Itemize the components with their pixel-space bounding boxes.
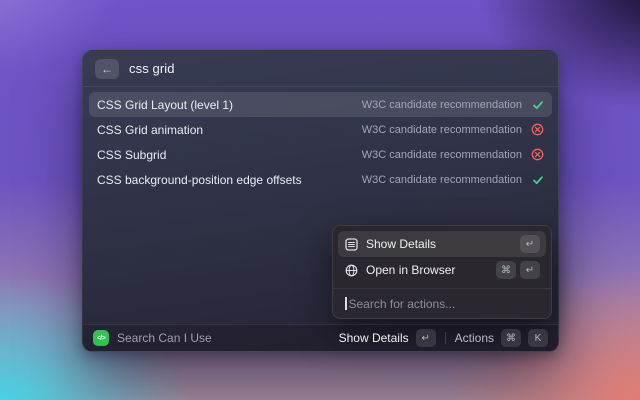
return-key-badge: ↵ — [520, 261, 540, 279]
globe-icon — [344, 263, 358, 277]
back-button[interactable]: ← — [95, 59, 119, 79]
k-key-badge: K — [528, 329, 548, 347]
search-header: ← css grid — [83, 51, 558, 87]
result-status: W3C candidate recommendation — [362, 174, 522, 186]
command-key-badge: ⌘ — [496, 261, 516, 279]
can-i-use-app-icon: </> — [93, 330, 109, 346]
launcher-window: ← css grid CSS Grid Layout (level 1) W3C… — [82, 50, 559, 352]
unsupported-cross-icon — [531, 148, 544, 161]
result-row-css-grid-animation[interactable]: CSS Grid animation W3C candidate recomme… — [89, 117, 552, 142]
result-status: W3C candidate recommendation — [362, 149, 522, 161]
action-label: Open in Browser — [366, 263, 455, 277]
status-bar: </> Search Can I Use Show Details ↵ Acti… — [83, 324, 558, 351]
command-key-badge: ⌘ — [501, 329, 521, 347]
unsupported-cross-icon — [531, 123, 544, 136]
details-icon — [344, 237, 358, 251]
result-status: W3C candidate recommendation — [362, 99, 522, 111]
actions-panel: Show Details ↵ Open in Browser ⌘ ↵ Searc… — [332, 225, 552, 319]
result-status: W3C candidate recommendation — [362, 124, 522, 136]
result-title: CSS Grid animation — [97, 123, 203, 137]
result-title: CSS Subgrid — [97, 148, 166, 162]
return-key-badge: ↵ — [520, 235, 540, 253]
action-label: Show Details — [366, 237, 436, 251]
desktop-wallpaper: ← css grid CSS Grid Layout (level 1) W3C… — [0, 0, 640, 400]
result-title: CSS Grid Layout (level 1) — [97, 98, 233, 112]
back-arrow-icon: ← — [101, 62, 113, 76]
text-caret — [345, 297, 347, 310]
action-open-in-browser[interactable]: Open in Browser ⌘ ↵ — [338, 257, 546, 283]
result-row-css-grid-layout[interactable]: CSS Grid Layout (level 1) W3C candidate … — [89, 92, 552, 117]
result-title: CSS background-position edge offsets — [97, 173, 302, 187]
supported-check-icon — [531, 173, 544, 186]
return-key-badge: ↵ — [416, 329, 436, 347]
results-list: CSS Grid Layout (level 1) W3C candidate … — [83, 87, 558, 192]
result-row-css-background-position[interactable]: CSS background-position edge offsets W3C… — [89, 167, 552, 192]
actions-menu-button[interactable]: Actions — [455, 331, 494, 345]
footer-divider — [445, 332, 446, 344]
result-row-css-subgrid[interactable]: CSS Subgrid W3C candidate recommendation — [89, 142, 552, 167]
primary-action-button[interactable]: Show Details — [339, 331, 409, 345]
search-input[interactable]: css grid — [129, 61, 175, 76]
actions-search-field[interactable]: Search for actions... — [338, 289, 546, 318]
supported-check-icon — [531, 98, 544, 111]
actions-search-placeholder: Search for actions... — [349, 297, 456, 311]
extension-name: Search Can I Use — [117, 331, 212, 345]
action-show-details[interactable]: Show Details ↵ — [338, 231, 546, 257]
